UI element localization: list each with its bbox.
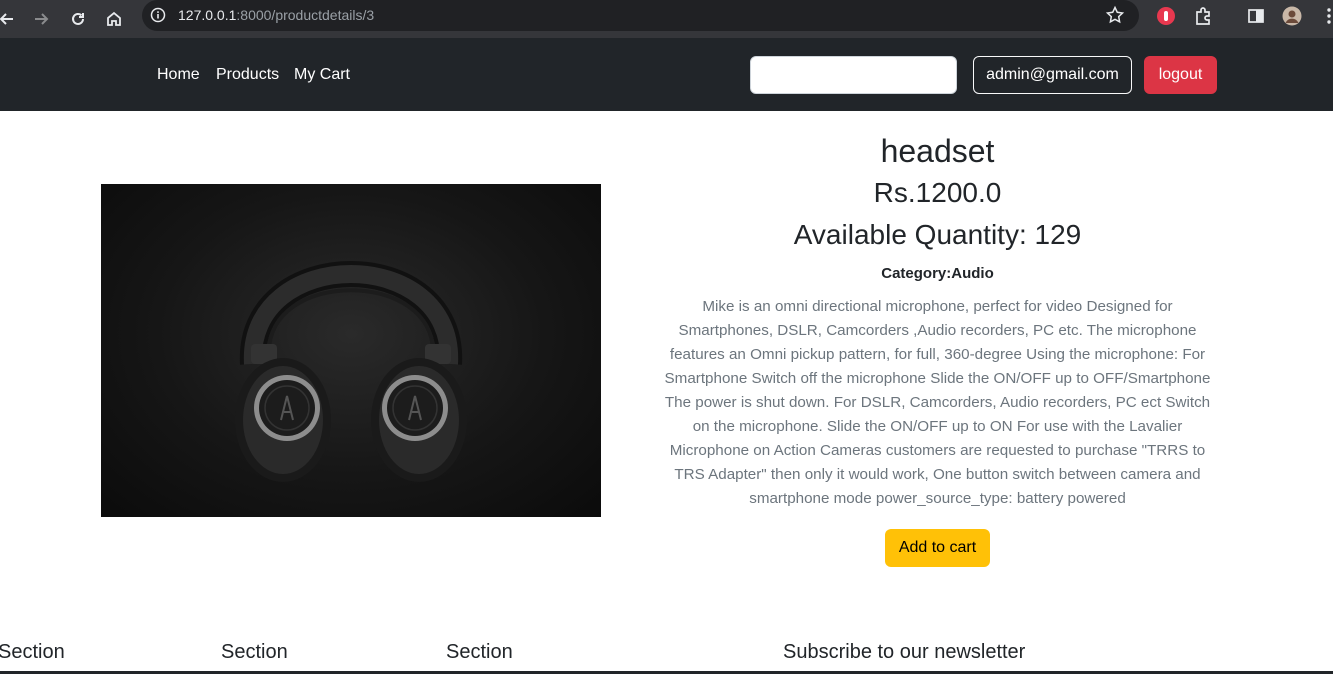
forward-arrow-icon[interactable] <box>28 6 54 32</box>
footer-section-heading: Section <box>221 641 288 663</box>
headphones-illustration <box>235 261 467 482</box>
product-category: Category:Audio <box>881 265 994 282</box>
profile-avatar-icon[interactable] <box>1281 5 1303 27</box>
url-text[interactable]: 127.0.0.1:8000/productdetails/3 <box>178 7 374 23</box>
logout-button[interactable]: logout <box>1144 56 1217 94</box>
footer-section-heading: Section <box>446 641 513 663</box>
browser-menu-icon[interactable] <box>1318 5 1333 27</box>
nav-link-products[interactable]: Products <box>216 66 279 84</box>
product-image <box>101 184 601 517</box>
reload-icon[interactable] <box>65 6 91 32</box>
address-bar[interactable]: 127.0.0.1:8000/productdetails/3 <box>142 0 1139 31</box>
product-quantity: Available Quantity: 129 <box>793 219 1082 250</box>
add-to-cart-button[interactable]: Add to cart <box>885 529 990 567</box>
url-path: :8000/productdetails/3 <box>236 7 375 23</box>
site-navbar: Home Products My Cart admin@gmail.com lo… <box>0 38 1333 111</box>
side-panel-icon[interactable] <box>1245 5 1267 27</box>
home-icon[interactable] <box>101 6 127 32</box>
extensions-puzzle-icon[interactable] <box>1192 5 1214 27</box>
site-info-icon[interactable] <box>150 7 166 23</box>
product-description: Mike is an omni directional microphone, … <box>664 298 1211 507</box>
adblock-extension-icon[interactable] <box>1155 5 1177 27</box>
nav-link-my-cart[interactable]: My Cart <box>294 66 350 84</box>
product-price: Rs.1200.0 <box>873 177 1002 208</box>
bookmark-star-icon[interactable] <box>1105 5 1125 25</box>
user-email-button[interactable]: admin@gmail.com <box>973 56 1132 94</box>
search-input[interactable] <box>750 56 957 94</box>
product-title: headset <box>880 133 995 169</box>
nav-link-home[interactable]: Home <box>157 66 200 84</box>
back-arrow-icon[interactable] <box>0 6 20 32</box>
browser-toolbar: 127.0.0.1:8000/productdetails/3 <box>0 0 1333 38</box>
newsletter-heading: Subscribe to our newsletter <box>783 641 1026 663</box>
footer-section-heading: Section <box>0 641 65 663</box>
product-details: headset Rs.1200.0 Available Quantity: 12… <box>655 123 1220 567</box>
url-host: 127.0.0.1 <box>178 7 237 23</box>
